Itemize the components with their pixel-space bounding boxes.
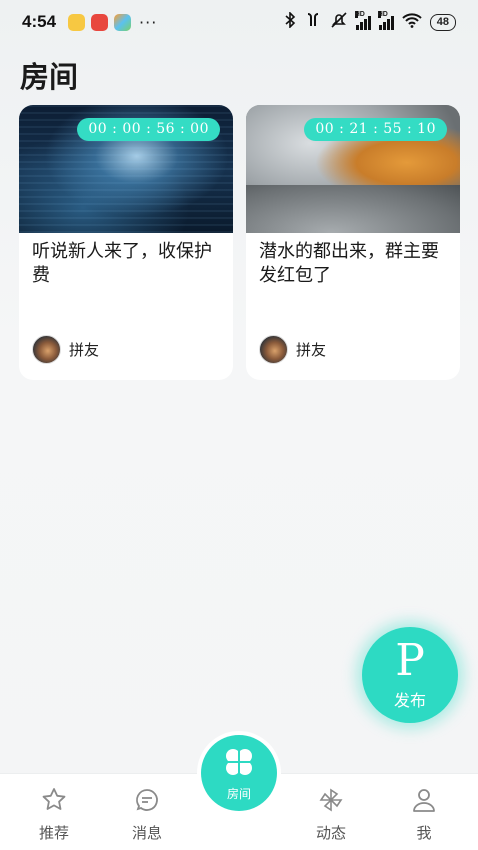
avatar (259, 335, 288, 364)
nav-rooms-label: 房间 (226, 787, 251, 801)
room-cover-image: 00 : 21 : 55 : 10 (246, 105, 460, 233)
nav-me-label: 我 (416, 824, 432, 842)
room-cover-image: 00 : 00 : 56 : 00 (19, 105, 233, 233)
room-card[interactable]: 00 : 00 : 56 : 00 听说新人来了，收保护费 拼友 (19, 105, 233, 380)
status-time: 4:54 (22, 12, 57, 31)
person-icon (410, 786, 438, 818)
bluetooth-icon (284, 11, 296, 32)
status-bar: 4:54 ··· HD HD 48 (0, 0, 478, 44)
nav-me[interactable]: 我 (394, 786, 454, 843)
clover-icon (221, 744, 257, 784)
publish-button[interactable]: P 发布 (362, 627, 458, 723)
message-app-icon (68, 13, 86, 31)
room-owner: 拼友 (32, 335, 99, 364)
nav-activity-label: 动态 (315, 824, 346, 842)
hd-label: HD (377, 11, 388, 18)
mute-bell-icon (330, 12, 348, 32)
room-title: 潜水的都出来，群主要发红包了 (259, 241, 439, 286)
earbuds-icon (304, 12, 322, 32)
page-title: 房间 (20, 60, 79, 94)
hd-label: HD (354, 11, 365, 18)
chat-bubble-icon (133, 786, 161, 818)
room-card[interactable]: 00 : 21 : 55 : 10 潜水的都出来，群主要发红包了 拼友 (246, 105, 460, 380)
game-app-icon (114, 13, 132, 31)
countdown-timer: 00 : 21 : 55 : 10 (304, 118, 447, 141)
star-icon (40, 786, 68, 818)
publish-letter: P (395, 635, 425, 686)
nav-recommend-label: 推荐 (38, 824, 69, 842)
owner-name: 拼友 (69, 341, 100, 359)
nav-rooms[interactable]: 房间 (201, 735, 277, 811)
nav-messages[interactable]: 消息 (117, 786, 177, 843)
countdown-timer: 00 : 00 : 56 : 00 (77, 118, 220, 141)
wifi-icon (402, 12, 422, 32)
publish-label: 发布 (393, 691, 426, 710)
owner-name: 拼友 (296, 341, 327, 359)
signal-icon-1: HD (354, 11, 371, 30)
signal-icon-2: HD (377, 11, 394, 30)
nav-recommend[interactable]: 推荐 (24, 786, 84, 843)
room-list: 00 : 00 : 56 : 00 听说新人来了，收保护费 拼友 00 : 21… (19, 105, 460, 380)
status-right: HD HD 48 (284, 11, 456, 32)
nav-activity[interactable]: 动态 (301, 786, 361, 843)
pinwheel-icon (317, 786, 345, 818)
calendar-app-icon (91, 13, 109, 31)
nav-messages-label: 消息 (131, 824, 162, 842)
more-notifications-icon: ··· (139, 12, 158, 32)
avatar (32, 335, 61, 364)
battery-indicator: 48 (429, 13, 456, 31)
room-title: 听说新人来了，收保护费 (32, 241, 212, 286)
status-left: 4:54 ··· (22, 12, 157, 32)
room-owner: 拼友 (259, 335, 326, 364)
